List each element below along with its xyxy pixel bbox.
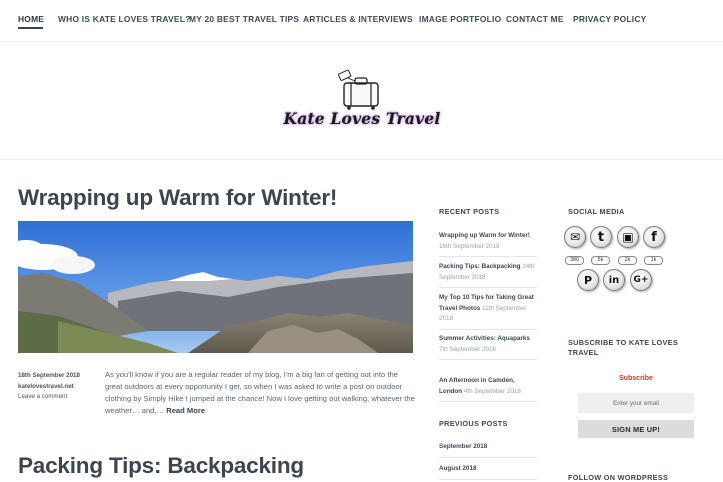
recent-post-item[interactable]: Wrapping up Warm for Winter! 18th Septem…	[439, 231, 537, 257]
nav-articles-interviews[interactable]: ARTICLES & INTERVIEWS	[303, 14, 413, 24]
recent-posts-title: RECENT POSTS	[439, 207, 500, 216]
recent-post-title[interactable]: Wrapping up Warm for Winter!	[439, 232, 530, 239]
pinterest-icon[interactable]: P	[577, 269, 599, 291]
previous-posts-title: PREVIOUS POSTS	[439, 419, 508, 428]
email-share-count: 380	[565, 256, 584, 265]
nav-contact-me[interactable]: CONTACT ME	[506, 14, 564, 24]
twitter-follower-count: 5k	[591, 256, 610, 265]
recent-post-title[interactable]: Summer Activities: Aquaparks	[439, 335, 530, 342]
post-date: 18th September 2018	[18, 372, 80, 379]
subscribe-title: SUBSCRIBE TO KATE LOVES TRAVEL	[568, 338, 679, 357]
suitcase-icon[interactable]	[336, 69, 386, 111]
site-header: Kate Loves Travel	[0, 43, 723, 160]
nav-home[interactable]: HOME	[18, 14, 44, 24]
post-meta: 18th September 2018 katelovestravel.net …	[18, 371, 96, 403]
google-plus-icon[interactable]: G+	[630, 269, 652, 291]
subscribe-label: Subscribe	[619, 375, 653, 382]
post-author-site[interactable]: katelovestravel.net	[18, 382, 96, 393]
recent-post-item[interactable]: Summer Activities: Aquaparks 7th Septemb…	[439, 334, 537, 360]
post-hero-image[interactable]	[18, 221, 413, 353]
recent-post-date: 4th September 2018	[463, 387, 521, 395]
nav-active-underline	[18, 27, 43, 29]
post-excerpt-text: As you'll know if you are a regular read…	[105, 370, 415, 415]
email-icon[interactable]: ✉	[564, 226, 586, 248]
recent-post-date: 18th September 2018	[439, 242, 500, 250]
nav-image-portfolio[interactable]: IMAGE PORTFOLIO	[419, 14, 501, 24]
sign-me-up-button[interactable]: SIGN ME UP!	[578, 420, 694, 438]
email-field[interactable]	[578, 393, 694, 413]
nav-best-travel-tips[interactable]: MY 20 BEST TRAVEL TIPS	[189, 14, 299, 24]
social-media-title: SOCIAL MEDIA	[568, 207, 625, 216]
post-excerpt: As you'll know if you are a regular read…	[105, 369, 415, 417]
follow-wordpress-title: FOLLOW ON WORDPRESS	[568, 473, 669, 482]
recent-post-item[interactable]: My Top 10 Tips for Taking Great Travel P…	[439, 293, 537, 330]
instagram-follower-count: 2k	[618, 256, 637, 265]
top-navigation: HOME WHO IS KATE LOVES TRAVEL? MY 20 BES…	[0, 0, 723, 42]
post-title[interactable]: Packing Tips: Backpacking	[18, 453, 304, 479]
archive-month-link[interactable]: August 2018	[439, 465, 537, 480]
recent-post-title[interactable]: Packing Tips: Backpacking	[439, 263, 520, 270]
facebook-icon[interactable]: f	[643, 226, 665, 248]
leave-comment-link[interactable]: Leave a comment	[18, 392, 96, 403]
recent-post-item[interactable]: Packing Tips: Backpacking 14th September…	[439, 262, 537, 288]
archive-month-link[interactable]: September 2018	[439, 443, 537, 458]
nav-who-is-kate[interactable]: WHO IS KATE LOVES TRAVEL?	[58, 14, 191, 24]
read-more-link[interactable]: Read More	[166, 406, 205, 415]
recent-post-date: 7th September 2018	[439, 345, 497, 353]
twitter-icon[interactable]: t	[590, 226, 612, 248]
recent-post-item[interactable]: An Afternoon in Camden, London 4th Septe…	[439, 376, 537, 402]
linkedin-icon[interactable]: in	[603, 269, 625, 291]
nav-privacy-policy[interactable]: PRIVACY POLICY	[573, 14, 646, 24]
facebook-follower-count: 1k	[644, 256, 663, 265]
site-logo-text[interactable]: Kate Loves Travel	[262, 109, 462, 128]
post-title[interactable]: Wrapping up Warm for Winter!	[18, 185, 337, 211]
instagram-icon[interactable]: ▣	[617, 226, 639, 248]
